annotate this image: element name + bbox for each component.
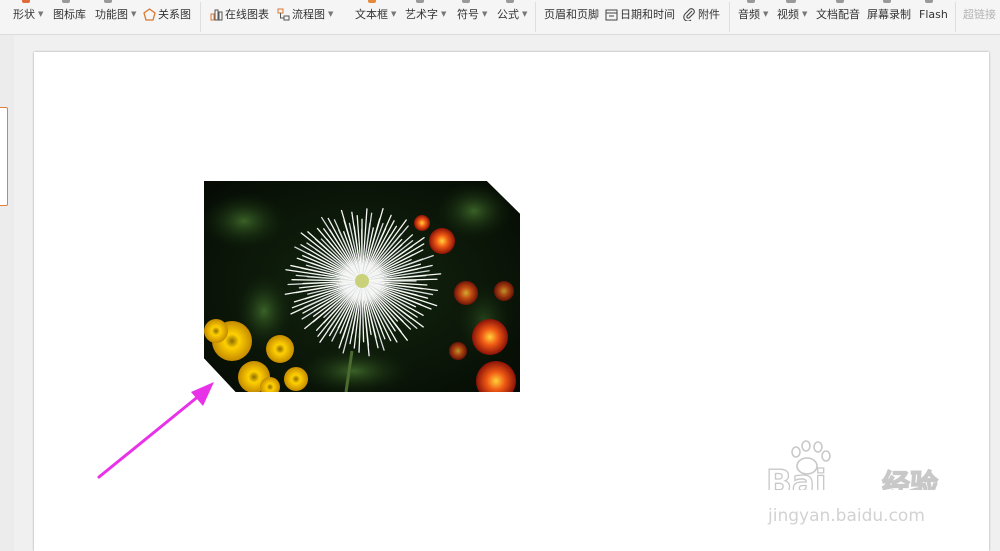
svg-text:经验: 经验	[882, 468, 938, 490]
chevron-down-icon: ▼	[328, 10, 334, 18]
chevron-down-icon: ▼	[522, 10, 528, 18]
chevron-down-icon: ▼	[802, 10, 808, 18]
insert-ribbon-toolbar: 形状 ▼ 图标库 功能图 ▼ 关系图 在线图表 流程图 ▼ 文本框 ▼ 艺术字 ▼ 符号 ▼…	[0, 0, 1000, 35]
toolbar-divider	[535, 2, 536, 32]
toolbar-divider	[729, 2, 730, 32]
flower-photo-graphic	[204, 181, 516, 392]
baidu-paw-logo: Bai 经验	[765, 440, 939, 504]
calendar-icon	[605, 8, 618, 21]
chevron-down-icon: ▼	[38, 10, 44, 18]
chevron-down-icon: ▼	[441, 10, 447, 18]
white-chrysanthemum	[284, 208, 442, 357]
hyperlink-button[interactable]: 超链接	[963, 0, 996, 28]
watermark-url: jingyan.baidu.com	[768, 506, 925, 526]
formula-button[interactable]: 公式 ▼	[497, 0, 527, 28]
symbol-button[interactable]: 符号 ▼	[457, 0, 487, 28]
date-time-button[interactable]: 日期和时间	[605, 0, 675, 28]
flowchart-button[interactable]: 流程图 ▼	[277, 0, 333, 28]
svg-text:Bai: Bai	[766, 463, 827, 490]
video-button[interactable]: 视频 ▼	[777, 0, 807, 28]
screen-record-button[interactable]: 屏幕录制	[867, 0, 911, 28]
audio-button[interactable]: 音频 ▼	[738, 0, 768, 28]
flowchart-icon	[277, 8, 290, 21]
baidu-jingyan-watermark: Bai 经验	[730, 390, 970, 504]
document-dubbing-button[interactable]: 文档配音	[816, 0, 860, 28]
selected-slide-thumbnail[interactable]	[0, 107, 8, 206]
wordart-button[interactable]: 艺术字 ▼	[405, 0, 446, 28]
relation-chart-icon	[143, 7, 156, 21]
toolbar-divider	[955, 2, 956, 32]
relation-chart-button[interactable]: 关系图	[143, 0, 191, 28]
textbox-button[interactable]: 文本框 ▼	[355, 0, 396, 28]
function-chart-button[interactable]: 功能图 ▼	[95, 0, 136, 28]
icon-library-button[interactable]: 图标库	[53, 0, 86, 28]
header-footer-button[interactable]: 页眉和页脚	[544, 0, 599, 28]
chevron-down-icon: ▼	[763, 10, 769, 18]
toolbar-divider	[200, 2, 201, 32]
paperclip-icon	[683, 7, 696, 22]
chevron-down-icon: ▼	[131, 10, 137, 18]
online-chart-button[interactable]: 在线图表	[210, 0, 269, 28]
flower-picture[interactable]	[204, 181, 520, 392]
chevron-down-icon: ▼	[482, 10, 488, 18]
attachment-button[interactable]: 附件	[683, 0, 720, 28]
chevron-down-icon: ▼	[391, 10, 397, 18]
online-chart-icon	[210, 8, 223, 21]
flash-button[interactable]: Flash	[919, 0, 948, 28]
shape-button[interactable]: 形状 ▼	[13, 0, 43, 28]
slide-thumbnail-panel	[0, 35, 14, 551]
